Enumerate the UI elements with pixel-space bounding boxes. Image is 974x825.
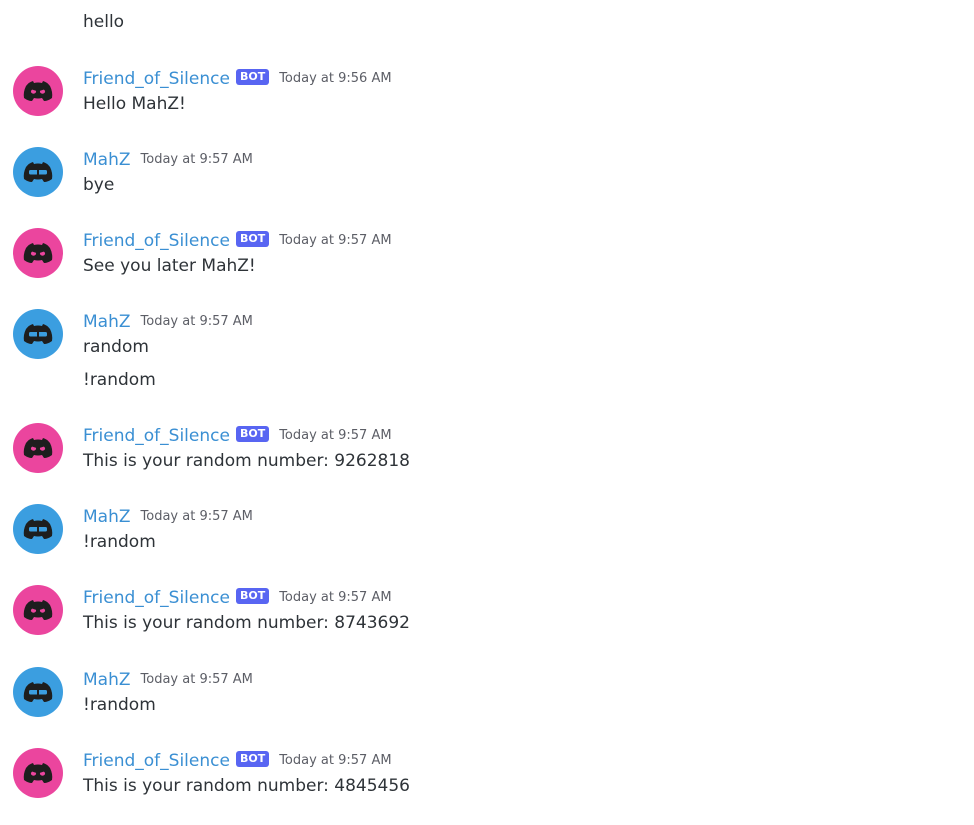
message-header: Friend_of_Silence BOT Today at 9:57 AM <box>83 587 392 609</box>
discord-logo-icon <box>23 600 53 620</box>
username[interactable]: Friend_of_Silence <box>83 425 230 447</box>
timestamp[interactable]: Today at 9:57 AM <box>279 587 391 609</box>
message-text: bye <box>83 175 115 195</box>
bot-tag: BOT <box>235 426 270 442</box>
username[interactable]: Friend_of_Silence <box>83 230 230 252</box>
discord-logo-icon <box>23 438 53 458</box>
avatar[interactable] <box>13 667 63 717</box>
timestamp[interactable]: Today at 9:57 AM <box>141 506 253 528</box>
discord-logo-icon <box>23 519 53 539</box>
username[interactable]: MahZ <box>83 669 131 691</box>
avatar[interactable] <box>13 309 63 359</box>
timestamp[interactable]: Today at 9:57 AM <box>141 669 253 691</box>
username[interactable]: Friend_of_Silence <box>83 750 230 772</box>
discord-logo-icon <box>23 243 53 263</box>
message-text: !random <box>83 695 156 715</box>
avatar[interactable] <box>13 423 63 473</box>
message-header: MahZ Today at 9:57 AM <box>83 669 253 691</box>
timestamp[interactable]: Today at 9:57 AM <box>279 750 391 772</box>
username[interactable]: MahZ <box>83 149 131 171</box>
bot-tag: BOT <box>235 751 270 767</box>
bot-tag: BOT <box>235 231 270 247</box>
message-text: !random <box>83 532 156 552</box>
message-header: MahZ Today at 9:57 AM <box>83 311 253 333</box>
timestamp[interactable]: Today at 9:57 AM <box>141 149 253 171</box>
message-header: Friend_of_Silence BOT Today at 9:56 AM <box>83 68 392 90</box>
discord-logo-icon <box>23 324 53 344</box>
username[interactable]: MahZ <box>83 311 131 333</box>
message-text: random <box>83 337 149 357</box>
discord-logo-icon <box>23 162 53 182</box>
timestamp[interactable]: Today at 9:57 AM <box>279 230 391 252</box>
message-text: This is your random number: 8743692 <box>83 613 410 633</box>
username[interactable]: Friend_of_Silence <box>83 68 230 90</box>
bot-tag: BOT <box>235 69 270 85</box>
avatar[interactable] <box>13 585 63 635</box>
avatar[interactable] <box>13 228 63 278</box>
discord-logo-icon <box>23 763 53 783</box>
message-header: MahZ Today at 9:57 AM <box>83 506 253 528</box>
timestamp[interactable]: Today at 9:57 AM <box>279 425 391 447</box>
message-text: This is your random number: 4845456 <box>83 776 410 796</box>
message-text: hello <box>83 12 125 32</box>
message-header: Friend_of_Silence BOT Today at 9:57 AM <box>83 750 392 772</box>
timestamp[interactable]: Today at 9:57 AM <box>141 311 253 333</box>
username[interactable]: Friend_of_Silence <box>83 587 230 609</box>
message-text: !random <box>83 370 156 390</box>
message-text: See you later MahZ! <box>83 256 256 276</box>
avatar[interactable] <box>13 748 63 798</box>
timestamp[interactable]: Today at 9:56 AM <box>279 68 391 90</box>
message-text: Hello MahZ! <box>83 94 186 114</box>
message-header: MahZ Today at 9:57 AM <box>83 149 253 171</box>
avatar[interactable] <box>13 504 63 554</box>
message-text: This is your random number: 9262818 <box>83 451 410 471</box>
message-header: Friend_of_Silence BOT Today at 9:57 AM <box>83 230 392 252</box>
bot-tag: BOT <box>235 588 270 604</box>
avatar[interactable] <box>13 66 63 116</box>
avatar[interactable] <box>13 147 63 197</box>
username[interactable]: MahZ <box>83 506 131 528</box>
discord-logo-icon <box>23 81 53 101</box>
discord-logo-icon <box>23 682 53 702</box>
message-header: Friend_of_Silence BOT Today at 9:57 AM <box>83 425 392 447</box>
chat-messages: hello Friend_of_Silence BOT Today at 9:5… <box>0 0 974 825</box>
